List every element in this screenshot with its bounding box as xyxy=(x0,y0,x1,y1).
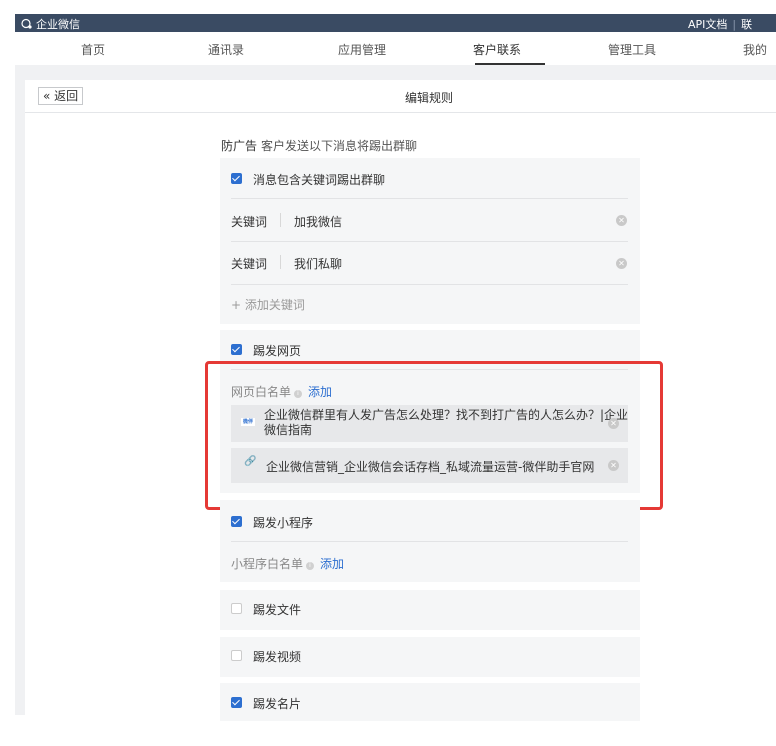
brand[interactable]: 企业微信 xyxy=(21,16,80,32)
keyword-label: 关键词 xyxy=(231,215,268,229)
rule-description: 客户发送以下消息将踢出群聊 xyxy=(261,139,418,153)
file-checkbox[interactable] xyxy=(231,603,242,614)
rule-name: 防广告 xyxy=(221,139,258,153)
keyword-label: 关键词 xyxy=(231,257,268,271)
top-bar: 企业微信 API文档 | 联 xyxy=(15,14,776,32)
video-option-label: 踢发视频 xyxy=(253,650,302,664)
main-nav: 首页 通讯录 应用管理 客户联系 管理工具 我的 xyxy=(15,32,776,65)
keyword-separator xyxy=(280,255,281,269)
divider xyxy=(231,284,628,285)
wecom-logo-icon xyxy=(21,18,32,29)
contact-link[interactable]: 联 xyxy=(741,18,752,31)
info-icon[interactable]: i xyxy=(306,562,315,570)
miniprogram-option-label: 踢发小程序 xyxy=(253,516,314,530)
keyword-option-label: 消息包含关键词踢出群聊 xyxy=(253,173,386,187)
api-doc-link[interactable]: API文档 xyxy=(688,18,727,31)
top-separator: | xyxy=(732,18,737,31)
miniprogram-checkbox[interactable] xyxy=(231,516,242,527)
miniprogram-whitelist: 小程序白名单 i 添加 xyxy=(231,555,344,572)
webpage-checkbox[interactable] xyxy=(231,344,242,355)
tab-home[interactable]: 首页 xyxy=(81,41,105,58)
divider xyxy=(231,541,628,542)
keyword-row: 关键词 加我微信 ✕ xyxy=(231,211,628,231)
rule-heading: 防广告 客户发送以下消息将踢出群聊 xyxy=(221,137,417,154)
file-option-label: 踢发文件 xyxy=(253,603,302,617)
panel-header: « 返回 编辑规则 xyxy=(25,80,776,113)
business-card-checkbox[interactable] xyxy=(231,697,242,708)
back-button[interactable]: « 返回 xyxy=(38,87,84,105)
video-checkbox[interactable] xyxy=(231,650,242,661)
panel-title: 编辑规则 xyxy=(405,91,454,105)
keyword-separator xyxy=(280,213,281,227)
clear-icon[interactable]: ✕ xyxy=(616,215,627,226)
tab-customer-contact[interactable]: 客户联系 xyxy=(473,41,521,58)
tab-apps[interactable]: 应用管理 xyxy=(338,41,386,58)
keyword-checkbox[interactable] xyxy=(231,173,242,184)
add-miniprogram-link[interactable]: 添加 xyxy=(320,557,344,571)
keyword-value[interactable]: 加我微信 xyxy=(294,213,342,230)
top-links: API文档 | 联 xyxy=(688,16,752,32)
keyword-value[interactable]: 我们私聊 xyxy=(294,255,342,272)
brand-name: 企业微信 xyxy=(36,18,80,31)
keyword-row: 关键词 我们私聊 ✕ xyxy=(231,253,628,273)
miniprogram-whitelist-label: 小程序白名单 xyxy=(231,557,304,571)
highlight-annotation xyxy=(205,361,663,510)
business-card-option-label: 踢发名片 xyxy=(253,697,302,711)
divider xyxy=(231,241,628,242)
webpage-option-label: 踢发网页 xyxy=(253,344,302,358)
clear-icon[interactable]: ✕ xyxy=(616,258,627,269)
tab-contacts[interactable]: 通讯录 xyxy=(208,41,244,58)
tab-tools[interactable]: 管理工具 xyxy=(608,41,656,58)
divider xyxy=(231,198,628,199)
add-keyword-button[interactable]: + 添加关键词 xyxy=(231,296,305,313)
tab-mine[interactable]: 我的 xyxy=(743,41,767,58)
